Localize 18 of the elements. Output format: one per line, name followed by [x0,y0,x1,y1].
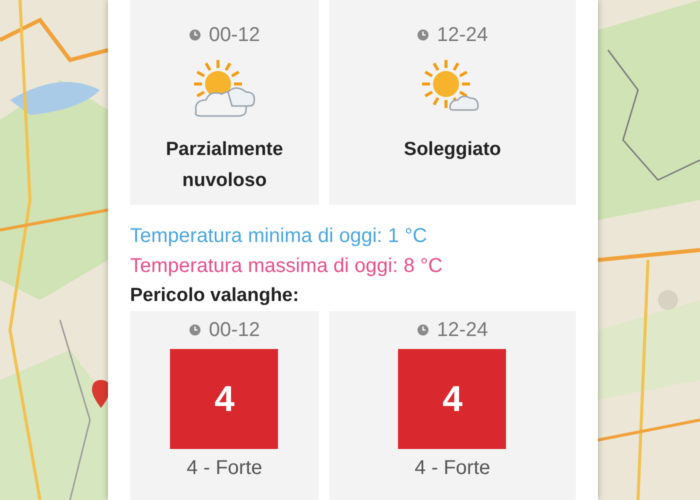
condition-label: Parzialmente nuvoloso [164,138,284,193]
clock-icon [188,324,201,336]
danger-level-badge: 4 [170,349,278,449]
danger-level-label: 4 - Forte [414,456,490,481]
min-temperature-text: Temperatura minima di oggi: 1 °C [130,224,428,249]
period-label: 00-12 [208,23,260,48]
clock-icon [416,324,429,336]
period-label: 00-12 [208,318,260,343]
danger-level-badge: 4 [398,349,506,449]
map-pin-icon [92,380,110,408]
period-label: 12-24 [436,23,488,48]
clock-icon [416,29,429,41]
danger-level-label: 4 - Forte [186,456,262,481]
period-label: 12-24 [436,318,488,343]
condition-label: Soleggiato [402,138,502,162]
section-heading: Pericolo valanghe: [130,284,300,308]
clock-icon [188,29,201,41]
max-temperature-text: Temperatura massima di oggi: 8 °C [130,254,444,279]
